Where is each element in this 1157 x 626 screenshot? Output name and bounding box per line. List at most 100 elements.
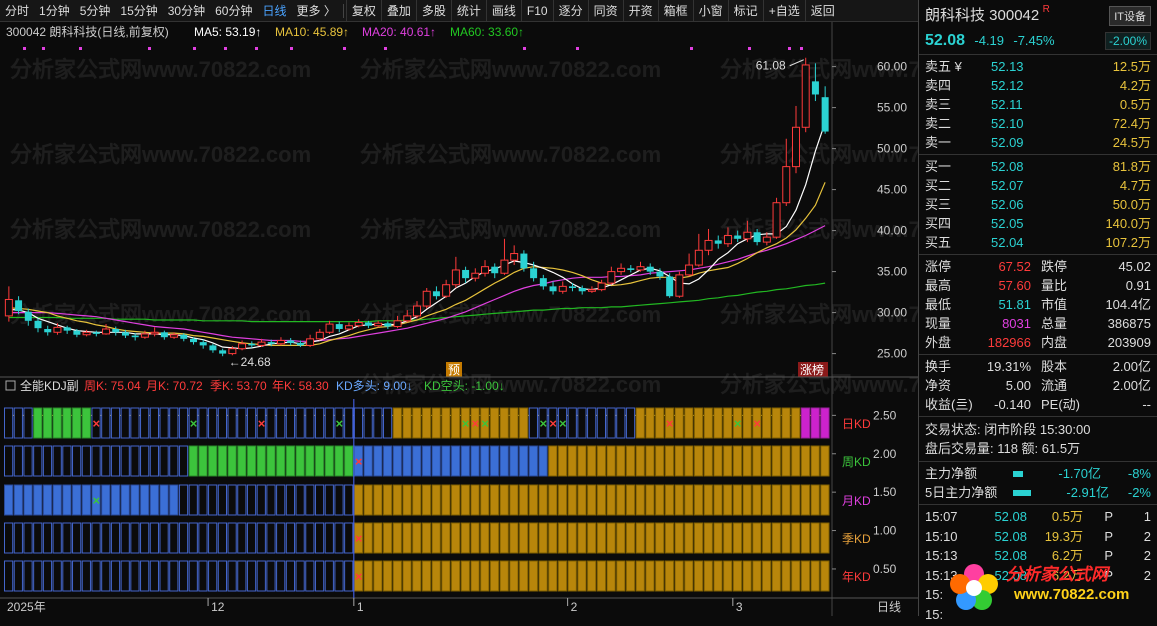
toolbar-button-13[interactable]: 返回 xyxy=(804,0,840,22)
kdj-bar xyxy=(256,484,266,516)
toolbar-button-2[interactable]: 多股 xyxy=(415,0,451,22)
signal-marker xyxy=(224,47,227,50)
kdj-bar xyxy=(198,560,208,592)
candle[interactable] xyxy=(666,273,674,298)
kdj-bar xyxy=(140,522,150,554)
chart-svg[interactable]: 分析家公式网www.70822.com 分析家公式网www.70822.com 分析… xyxy=(0,22,1021,616)
logo-text: 分析家公式网 xyxy=(1006,565,1108,584)
stat-row: 涨停 67.52 跌停 45.02 xyxy=(919,257,1157,276)
period-tab-1[interactable]: 1分钟 xyxy=(34,0,75,22)
kdj-bar xyxy=(276,522,286,554)
toolbar-button-8[interactable]: 开资 xyxy=(622,0,658,22)
kdj-bar xyxy=(645,484,655,516)
kdj-bar xyxy=(178,445,189,477)
bid-row[interactable]: 买二 52.07 4.7万 xyxy=(919,176,1157,195)
signal-marker xyxy=(788,47,791,50)
kdj-bar xyxy=(431,407,441,439)
kdj-bar xyxy=(713,484,723,516)
ma10-label: MA10: 45.89↑ xyxy=(275,25,349,39)
kdj-bar xyxy=(635,407,645,439)
candle[interactable] xyxy=(422,288,431,309)
bid-row[interactable]: 买五 52.04 107.2万 xyxy=(919,233,1157,252)
cross-marker-icon: × xyxy=(93,416,101,431)
candle[interactable] xyxy=(675,271,684,298)
kdj-row-day xyxy=(4,407,830,439)
stat-value-2: 104.4亿 xyxy=(1105,297,1151,312)
bid-row[interactable]: 买一 52.08 81.8万 xyxy=(919,157,1157,176)
bid-row[interactable]: 买三 52.06 50.0万 xyxy=(919,195,1157,214)
toolbar-button-11[interactable]: 标记 xyxy=(727,0,763,22)
candle[interactable] xyxy=(772,197,781,239)
toolbar-button-7[interactable]: 同资 xyxy=(587,0,623,22)
kdj-bar xyxy=(791,407,801,439)
kdj-bar xyxy=(208,560,218,592)
yu-tag[interactable]: 预 xyxy=(446,362,462,377)
signal-marker xyxy=(79,47,82,50)
toolbar: 分时 1分钟 5分钟 15分钟 30分钟 60分钟 日线 更多 〉复权 叠加 多股 统计 画线 F10 逐… xyxy=(0,0,918,22)
period-tab-0[interactable]: 分时 xyxy=(0,0,34,22)
toolbar-button-4[interactable]: 画线 xyxy=(485,0,521,22)
ask-price: 52.10 xyxy=(991,116,1024,131)
toolbar-button-1[interactable]: 叠加 xyxy=(380,0,416,22)
kdj-bar xyxy=(246,484,257,516)
kdj-bar xyxy=(664,560,675,592)
stat-value: 182966 xyxy=(987,335,1031,350)
period-tab-3[interactable]: 15分钟 xyxy=(115,0,162,22)
period-tab-6[interactable]: 日线 xyxy=(257,0,291,22)
price-tick: 30.00 xyxy=(877,306,907,320)
toolbar-button-10[interactable]: 小窗 xyxy=(692,0,728,22)
bid-row[interactable]: 买四 52.05 140.0万 xyxy=(919,214,1157,233)
toolbar-button-0[interactable]: 复权 xyxy=(345,0,381,22)
tick-row[interactable]: 15:10 52.08 19.3万 P 2 xyxy=(925,527,1151,547)
x-axis-period[interactable]: 日线 xyxy=(877,600,901,614)
kdj-bar xyxy=(519,560,529,592)
kdj-bar xyxy=(344,560,354,592)
chart-area[interactable]: 分析家公式网www.70822.com 分析家公式网www.70822.com 分析… xyxy=(0,22,1021,616)
cross-marker-icon: × xyxy=(559,416,567,431)
kdj-bar xyxy=(616,445,626,477)
watermark-text: 分析家公式网www.70822.com xyxy=(10,142,311,167)
kdj-bar xyxy=(33,445,43,477)
period-tab-7[interactable]: 更多 〉 xyxy=(291,0,340,22)
kdj-bar xyxy=(42,560,53,592)
zhangbang-tag[interactable]: 涨榜 xyxy=(798,362,828,377)
kdj-bar xyxy=(412,522,422,554)
tick-row[interactable]: 15:07 52.08 0.5万 P 1 xyxy=(925,507,1151,527)
kdj-bar xyxy=(499,560,509,592)
kdj-bar xyxy=(635,445,645,477)
kdj-bar xyxy=(713,407,723,439)
ask-row[interactable]: 卖四 52.12 4.2万 xyxy=(919,76,1157,95)
kdj-bar xyxy=(295,445,305,477)
toolbar-button-6[interactable]: 逐分 xyxy=(552,0,588,22)
signal-marker xyxy=(290,47,293,50)
period-tab-4[interactable]: 30分钟 xyxy=(163,0,210,22)
kdj-bar xyxy=(266,445,276,477)
ask-row[interactable]: 卖一 52.09 24.5万 xyxy=(919,133,1157,152)
kdj-bar xyxy=(577,560,587,592)
period-tab-5[interactable]: 60分钟 xyxy=(210,0,257,22)
sector-badge[interactable]: IT设备 xyxy=(1109,6,1151,26)
ask-price: 52.13 xyxy=(991,59,1024,74)
kdj-bar xyxy=(256,445,266,477)
ask-label: 卖五 ¥ xyxy=(925,59,962,74)
kdj-bar xyxy=(4,560,14,592)
toolbar-button-3[interactable]: 统计 xyxy=(450,0,486,22)
toolbar-button-12[interactable]: +自选 xyxy=(762,0,805,22)
period-tab-2[interactable]: 5分钟 xyxy=(75,0,116,22)
toolbar-button-9[interactable]: 箱框 xyxy=(657,0,693,22)
ask-volume: 4.2万 xyxy=(1119,78,1151,93)
ask-row[interactable]: 卖二 52.10 72.4万 xyxy=(919,114,1157,133)
kdj-bar xyxy=(72,560,82,592)
kdj-bar xyxy=(655,484,665,516)
toolbar-button-5[interactable]: F10 xyxy=(520,0,553,22)
capital-flow: 主力净额 -1.70亿 -8% 5日主力净额 -2.91亿 -2% xyxy=(919,461,1157,504)
kdj-bar xyxy=(587,484,597,516)
ask-row[interactable]: 卖三 52.11 0.5万 xyxy=(919,95,1157,114)
cross-marker-icon: × xyxy=(190,416,198,431)
kdj-bar xyxy=(713,560,723,592)
ask-row[interactable]: 卖五 ¥ 52.13 12.5万 xyxy=(919,57,1157,76)
kdj-bar xyxy=(441,522,451,554)
candle[interactable] xyxy=(801,57,810,133)
stat-value-2: 45.02 xyxy=(1118,259,1151,274)
kdj-bar xyxy=(810,484,820,516)
